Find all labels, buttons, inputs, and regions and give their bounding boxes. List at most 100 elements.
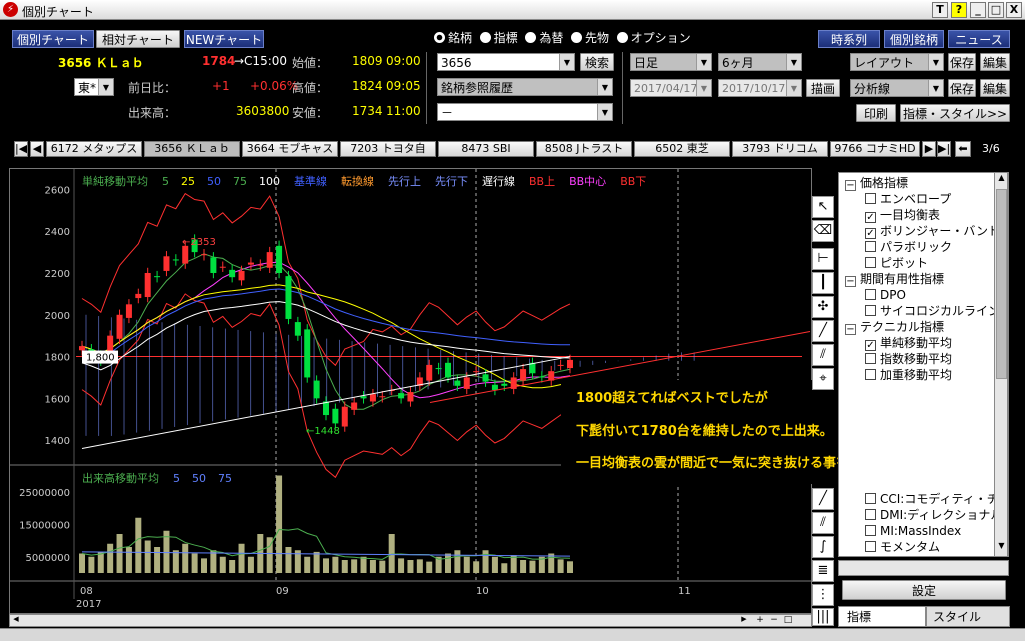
- pointer-icon[interactable]: ↖: [812, 196, 834, 218]
- individual-stock-button[interactable]: 個別銘柄: [884, 30, 944, 48]
- tab-first-button[interactable]: |◀: [14, 141, 28, 157]
- tree-item[interactable]: ✓ 一目均衡表: [865, 207, 940, 223]
- tab-relative-chart[interactable]: 相対チャート: [96, 30, 180, 48]
- tree-item[interactable]: ✓ ボリンジャー・バンド: [865, 223, 1000, 239]
- layout-save-button[interactable]: 保存: [948, 53, 976, 71]
- checkbox-icon[interactable]: [865, 257, 876, 268]
- timeseries-button[interactable]: 時系列: [818, 30, 880, 48]
- curve-line-icon[interactable]: ∫: [812, 536, 834, 558]
- tree-item[interactable]: CCI:コモディティ・チャ: [865, 491, 1008, 507]
- range-select[interactable]: 6ヶ月 ▼: [718, 53, 802, 71]
- vertical-line-icon[interactable]: ┃: [812, 272, 834, 294]
- tab-indicator[interactable]: 指標: [838, 606, 926, 627]
- layout-select[interactable]: レイアウト ▼: [850, 53, 944, 71]
- collapse-icon[interactable]: −: [845, 324, 856, 335]
- checkbox-icon[interactable]: ✓: [865, 340, 876, 351]
- checkbox-icon[interactable]: [865, 541, 876, 552]
- tree-item[interactable]: 指数移動平均: [865, 351, 952, 367]
- radio-options[interactable]: オプション: [616, 31, 691, 45]
- tab-last-button[interactable]: ▶|: [937, 141, 951, 157]
- tree-h-scrollbar[interactable]: [838, 560, 1009, 576]
- radio-index[interactable]: 指標: [479, 31, 518, 45]
- checkbox-icon[interactable]: [865, 353, 876, 364]
- checkbox-icon[interactable]: [865, 525, 876, 536]
- trend-line-icon-2[interactable]: ╱: [812, 488, 834, 510]
- back-arrow-icon[interactable]: ⬅: [955, 141, 971, 157]
- horizontal-line-icon[interactable]: ⊢: [812, 248, 834, 270]
- radio-fx[interactable]: 為替: [525, 31, 563, 45]
- stock-tab[interactable]: 3793 ドリコム: [732, 141, 828, 157]
- tab-individual-chart[interactable]: 個別チャート: [12, 30, 94, 48]
- search-button[interactable]: 検索: [580, 53, 614, 71]
- checkbox-icon[interactable]: [865, 493, 876, 504]
- font-button[interactable]: T: [932, 2, 948, 18]
- start-date-field[interactable]: 2017/04/17 ▼: [630, 79, 712, 97]
- close-button[interactable]: X: [1006, 2, 1022, 18]
- tab-next-button[interactable]: ▶: [922, 141, 936, 157]
- tree-item[interactable]: ✓ 単純移動平均: [865, 335, 952, 351]
- scroll-down-icon[interactable]: ▼: [996, 541, 1007, 555]
- zoom-in-icon[interactable]: +: [754, 615, 766, 626]
- scroll-thumb[interactable]: [996, 189, 1007, 379]
- stock-tab[interactable]: 3656 ＫＬａｂ: [144, 141, 240, 157]
- help-button[interactable]: ?: [951, 2, 967, 18]
- analysis-line-select[interactable]: 分析線 ▼: [850, 79, 944, 97]
- checkbox-icon[interactable]: ✓: [865, 228, 876, 239]
- scroll-up-icon[interactable]: ▲: [996, 173, 1007, 187]
- tab-prev-button[interactable]: ◀: [30, 141, 44, 157]
- minimize-button[interactable]: _: [970, 2, 986, 18]
- stock-tab[interactable]: 8473 SBI: [438, 141, 534, 157]
- eraser-icon[interactable]: ⌫: [812, 220, 834, 242]
- scroll-left-icon[interactable]: ◀: [10, 615, 22, 626]
- tree-item[interactable]: サイコロジカルライン: [865, 303, 1000, 319]
- tree-scrollbar[interactable]: ▲ ▼: [994, 172, 1008, 557]
- checkbox-icon[interactable]: ✓: [865, 212, 876, 223]
- bars-icon[interactable]: |||: [812, 608, 834, 626]
- draw-button[interactable]: 描画: [806, 79, 840, 97]
- history-select[interactable]: 銘柄参照履歴 ▼: [437, 78, 613, 96]
- stock-tab[interactable]: 8508 Jトラスト: [536, 141, 632, 157]
- radio-futures[interactable]: 先物: [570, 31, 609, 45]
- layout-edit-button[interactable]: 編集: [980, 53, 1010, 71]
- tree-group[interactable]: − 期間有用性指標: [845, 271, 944, 287]
- settings-button[interactable]: 設定: [842, 580, 1006, 600]
- fan-line-icon-2[interactable]: ⫽: [812, 512, 834, 534]
- channel-icon[interactable]: ⌖: [812, 368, 834, 390]
- news-button[interactable]: ニュース: [948, 30, 1010, 48]
- stock-tab[interactable]: 7203 トヨタ自: [340, 141, 436, 157]
- collapse-icon[interactable]: −: [845, 276, 856, 287]
- print-button[interactable]: 印刷: [856, 104, 896, 122]
- collapse-icon[interactable]: −: [845, 180, 856, 191]
- tree-item[interactable]: DMI:ディレクショナル: [865, 507, 1002, 523]
- checkbox-icon[interactable]: [865, 369, 876, 380]
- indicator-style-button[interactable]: 指標・スタイル>>: [900, 104, 1010, 122]
- exchange-select[interactable]: 東* ▼: [74, 78, 114, 96]
- stock-tab[interactable]: 6502 東芝: [634, 141, 730, 157]
- checkbox-icon[interactable]: [865, 193, 876, 204]
- tree-item[interactable]: パラボリック: [865, 239, 952, 255]
- radio-stock[interactable]: 銘柄: [434, 31, 472, 45]
- zoom-out-icon[interactable]: −: [768, 615, 780, 626]
- tree-item[interactable]: 加重移動平均: [865, 367, 952, 383]
- end-date-field[interactable]: 2017/10/17 ▼: [718, 79, 802, 97]
- tree-group[interactable]: − テクニカル指標: [845, 319, 944, 335]
- checkbox-icon[interactable]: [865, 509, 876, 520]
- blank-select[interactable]: － ▼: [437, 103, 613, 121]
- stock-tab[interactable]: 3664 モブキャス: [242, 141, 338, 157]
- stock-search-input[interactable]: 3656 ▼: [437, 53, 575, 71]
- scroll-right-icon[interactable]: ▶: [738, 615, 750, 626]
- stock-tab[interactable]: 9766 コナミHD: [830, 141, 920, 157]
- checkbox-icon[interactable]: [865, 289, 876, 300]
- trend-line-icon[interactable]: ╱: [812, 320, 834, 342]
- cycle-icon[interactable]: ⋮: [812, 584, 834, 606]
- tab-new-chart[interactable]: NEWチャート: [184, 30, 264, 48]
- checkbox-icon[interactable]: [865, 241, 876, 252]
- fan-line-icon[interactable]: ⫽: [812, 344, 834, 366]
- stock-tab[interactable]: 6172 メタップス: [46, 141, 142, 157]
- tree-item[interactable]: MI:MassIndex: [865, 523, 961, 539]
- zoom-reset-icon[interactable]: □: [782, 615, 794, 626]
- tree-group[interactable]: − 価格指標: [845, 175, 908, 191]
- chart-h-scrollbar[interactable]: ◀ ▶ + − □: [9, 614, 812, 627]
- tree-item[interactable]: エンベロープ: [865, 191, 951, 207]
- maximize-button[interactable]: □: [988, 2, 1004, 18]
